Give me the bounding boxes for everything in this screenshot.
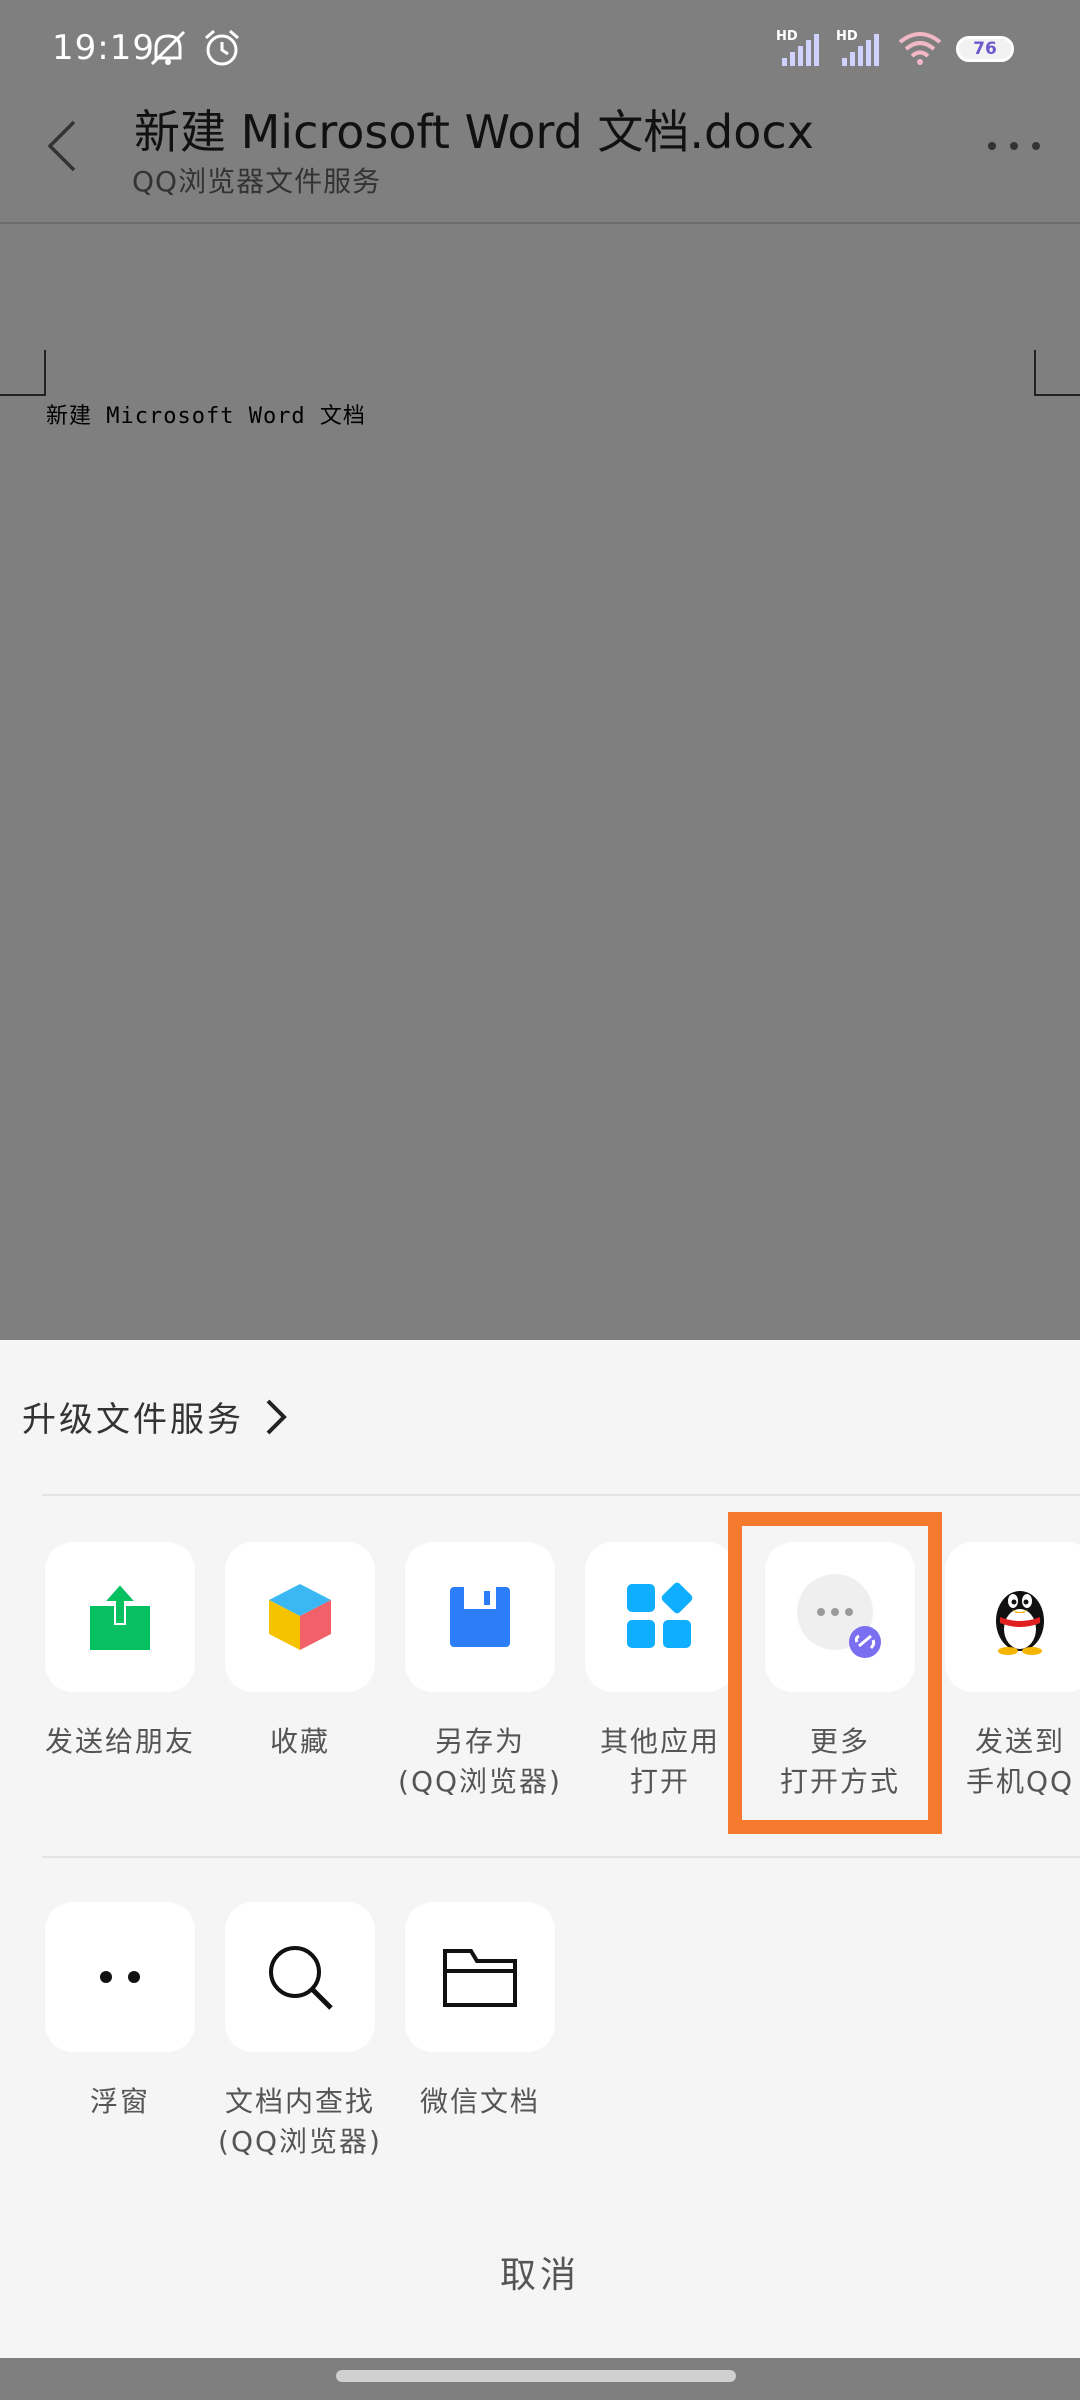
signal-hd-icon: HD <box>774 26 822 74</box>
action-label: 其他应用 打开 <box>599 1725 720 1798</box>
send-to-friend-button[interactable]: 发送给朋友 <box>30 1542 210 1762</box>
mute-notification-icon <box>146 26 190 74</box>
favorite-button[interactable]: 收藏 <box>210 1542 390 1762</box>
action-label: 文档内查找 (QQ浏览器) <box>218 2085 382 2158</box>
status-bar: 19:19 HD HD 76 <box>0 0 1080 96</box>
battery-indicator: 76 <box>956 36 1014 62</box>
upgrade-label: 升级文件服务 <box>22 1400 244 1440</box>
send-to-mobile-qq-button[interactable]: 发送到 手机QQ <box>930 1542 1080 1802</box>
home-indicator[interactable] <box>336 2370 736 2382</box>
action-label: 浮窗 <box>89 2085 150 2118</box>
floating-window-button[interactable]: 浮窗 <box>30 1902 210 2122</box>
cube-favorite-icon <box>269 1584 331 1650</box>
document-subtitle: QQ浏览器文件服务 <box>132 165 382 198</box>
back-button[interactable] <box>42 116 92 186</box>
open-with-other-app-button[interactable]: 其他应用 打开 <box>570 1542 750 1802</box>
qq-penguin-icon <box>996 1591 1044 1655</box>
folder-icon <box>443 1949 517 2007</box>
search-icon <box>269 1946 333 2010</box>
action-label: 收藏 <box>269 1725 330 1758</box>
chevron-left-icon <box>47 120 76 172</box>
find-in-document-button[interactable]: 文档内查找 (QQ浏览器) <box>210 1902 390 2162</box>
upgrade-file-service-row[interactable]: 升级文件服务 <box>22 1392 288 1441</box>
floating-window-icon <box>100 1971 140 1983</box>
share-bottom-sheet: 升级文件服务 发送给朋友 收藏 另存为 (QQ浏览器) 其他应用 打开 更多 打… <box>0 1340 1080 2358</box>
status-time: 19:19 <box>52 28 155 68</box>
crop-mark-right <box>1034 350 1080 396</box>
document-preview[interactable]: 新建 Microsoft Word 文档 <box>0 224 1080 1340</box>
more-horizontal-icon <box>988 142 1040 150</box>
app-bar: 新建 Microsoft Word 文档.docx QQ浏览器文件服务 <box>0 96 1080 222</box>
document-body-text: 新建 Microsoft Word 文档 <box>46 404 366 429</box>
svg-text:HD: HD <box>836 29 858 44</box>
wechat-docs-button[interactable]: 微信文档 <box>390 1902 570 2122</box>
more-options-button[interactable] <box>984 136 1044 160</box>
chevron-right-icon <box>266 1399 287 1434</box>
save-floppy-icon <box>450 1587 510 1647</box>
share-upload-icon <box>90 1582 150 1650</box>
action-label: 另存为 (QQ浏览器) <box>398 1725 562 1798</box>
apps-grid-icon <box>627 1582 693 1648</box>
sheet-divider <box>42 1494 1080 1496</box>
action-label: 发送给朋友 <box>44 1725 195 1758</box>
wifi-icon <box>896 26 944 74</box>
action-label: 微信文档 <box>419 2085 540 2118</box>
highlight-box <box>728 1512 942 1834</box>
crop-mark-left <box>0 350 46 396</box>
sheet-divider <box>42 1856 1080 1858</box>
navigation-bar <box>0 2358 1080 2400</box>
save-as-button[interactable]: 另存为 (QQ浏览器) <box>390 1542 570 1802</box>
cancel-button[interactable]: 取消 <box>0 2246 1080 2298</box>
svg-text:HD: HD <box>776 29 798 44</box>
document-title: 新建 Microsoft Word 文档.docx <box>134 105 814 159</box>
action-label: 发送到 手机QQ <box>965 1725 1075 1798</box>
alarm-icon <box>200 26 244 74</box>
signal-hd-icon: HD <box>834 26 882 74</box>
